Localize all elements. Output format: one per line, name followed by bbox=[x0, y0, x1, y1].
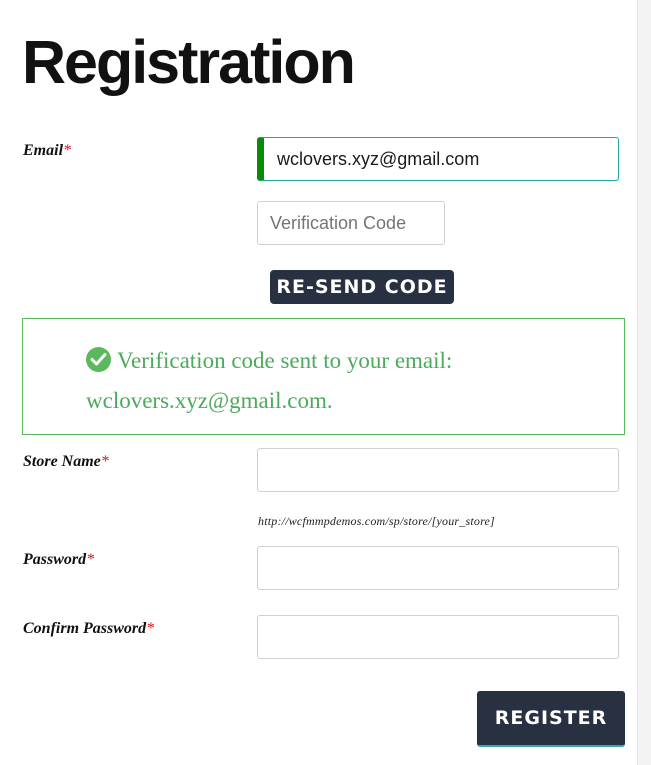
resend-code-button[interactable]: RE-SEND CODE bbox=[270, 270, 454, 304]
notice-message: Verification code sent to your email: wc… bbox=[86, 341, 556, 421]
password-label: Password* bbox=[23, 551, 94, 569]
page-title: Registration bbox=[22, 28, 356, 96]
store-name-label: Store Name* bbox=[23, 453, 109, 471]
confirm-password-input[interactable] bbox=[257, 615, 619, 659]
store-name-input[interactable] bbox=[257, 448, 619, 492]
required-asterisk: * bbox=[86, 551, 95, 568]
required-asterisk: * bbox=[63, 142, 72, 159]
confirm-password-label-text: Confirm Password bbox=[23, 620, 147, 637]
store-url-hint: http://wcfmmpdemos.com/sp/store/[your_st… bbox=[258, 514, 495, 528]
required-asterisk: * bbox=[146, 620, 155, 637]
email-field[interactable] bbox=[257, 137, 619, 181]
verification-code-input[interactable] bbox=[257, 201, 445, 245]
store-name-label-text: Store Name bbox=[23, 453, 101, 470]
check-circle-icon bbox=[86, 347, 111, 372]
verification-notice: Verification code sent to your email: wc… bbox=[22, 318, 625, 435]
scrollbar-track[interactable] bbox=[637, 0, 651, 765]
notice-message-text: Verification code sent to your email: wc… bbox=[86, 348, 453, 413]
password-input[interactable] bbox=[257, 546, 619, 590]
confirm-password-label: Confirm Password* bbox=[23, 620, 154, 638]
password-label-text: Password bbox=[23, 551, 87, 568]
email-label: Email* bbox=[23, 142, 71, 160]
register-button[interactable]: REGISTER bbox=[477, 691, 625, 747]
required-asterisk: * bbox=[100, 453, 109, 470]
email-label-text: Email bbox=[23, 142, 64, 159]
